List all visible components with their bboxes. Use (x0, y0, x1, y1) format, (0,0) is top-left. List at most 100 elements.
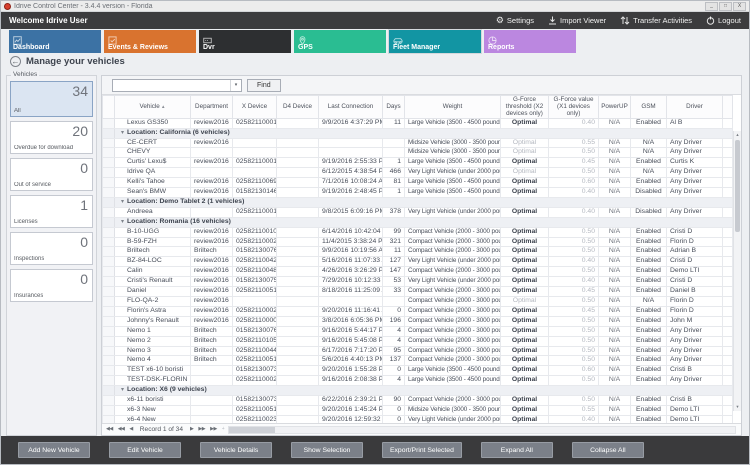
row-indicator[interactable] (102, 315, 115, 327)
search-combobox[interactable]: ▾ (112, 78, 242, 92)
row-indicator[interactable] (102, 325, 115, 337)
table-row[interactable]: B-59-FZH review2016 025821100021 11/4/2015 … (102, 236, 733, 248)
record-last-button[interactable]: ▶▶ (209, 427, 218, 432)
row-indicator[interactable] (102, 365, 115, 377)
back-icon[interactable]: ← (10, 56, 21, 67)
row-indicator[interactable] (102, 147, 115, 159)
table-row[interactable]: CE-CERT review2016 Midsize Vehicle (3000 -… (102, 137, 733, 149)
table-row[interactable]: Nemo 1Briltech015821300761 9/16/2016 5:44… (102, 325, 733, 337)
combo-dropdown-icon[interactable]: ▾ (230, 79, 241, 91)
tab-events-reviews[interactable]: Events & Reviews (104, 30, 196, 53)
search-input[interactable] (113, 79, 230, 91)
vehicle-details-button[interactable]: Vehicle Details (200, 442, 272, 458)
expand-all-button[interactable]: Expand All (480, 442, 553, 458)
filter-card-all[interactable]: 34 All (10, 81, 93, 117)
record-prev-button[interactable]: ◀ (128, 427, 133, 432)
table-row[interactable]: TEST x6-10 boristi 015821300734 9/20/2016 … (102, 365, 733, 377)
tab-fleet-manager[interactable]: Fleet Manager (388, 29, 482, 54)
row-indicator[interactable] (102, 286, 115, 298)
table-row[interactable]: x6-4 New 025821100230 9/20/2016 12:59:32 P… (102, 414, 733, 423)
vertical-scrollbar[interactable]: ▲ ▼ (733, 131, 741, 411)
table-row[interactable]: Andreea 025821100010 9/8/2015 6:09:16 PM 37… (102, 206, 733, 218)
row-indicator[interactable] (102, 266, 115, 278)
row-indicator[interactable] (102, 137, 115, 149)
table-row[interactable]: BriltechBriltech0158213007609/9/2016 10:… (102, 246, 733, 258)
row-indicator[interactable] (102, 395, 115, 406)
row-indicator[interactable] (102, 276, 115, 288)
column-header-days[interactable]: Days (382, 95, 405, 119)
settings-button[interactable]: ⚙ Settings (496, 16, 534, 26)
table-row[interactable]: TEST-DSK-FLORIN 025821100020 9/16/2016 2:0… (102, 375, 733, 387)
show-selection-button[interactable]: Show Selection (291, 442, 363, 458)
table-row[interactable]: Kelli's Tahoe review2016 025821100690 7/1/2… (102, 177, 733, 189)
record-prev-page-button[interactable]: ◀◀ (117, 427, 126, 432)
column-header-department[interactable]: Department (190, 95, 233, 119)
table-row[interactable]: Cristi's Renaultreview2016015821300759 7/… (102, 276, 733, 288)
row-indicator[interactable] (102, 256, 115, 268)
column-header-vehicle[interactable]: Vehicle ▲ (114, 95, 191, 119)
tab-dashboard[interactable]: Dashboard (9, 30, 101, 53)
collapse-all-button[interactable]: Collapse All (571, 442, 644, 458)
table-row[interactable]: Curtis' Lexu$ review2016 025821100015 9/19/… (102, 157, 733, 169)
record-next-button[interactable]: ▶ (189, 427, 194, 432)
tab-dvr[interactable]: Dvr (199, 30, 291, 53)
row-indicator[interactable] (102, 305, 115, 317)
column-header-weight[interactable]: Weight (404, 95, 501, 119)
table-row[interactable]: Lexus GS350 review2016 025821100019 9/9/201… (102, 117, 733, 129)
column-header-last-connection[interactable]: Last Connection (318, 95, 383, 119)
table-row[interactable]: Florin's Astra review2016 025821100022 9/20… (102, 305, 733, 317)
column-header-d4-device[interactable]: D4 Device (276, 95, 319, 119)
table-row[interactable]: BZ-84-LOC review2016 025821100429 5/16/2016… (102, 256, 733, 268)
close-button[interactable]: X (733, 1, 746, 11)
column-header-g-force-value-x1-devices-only-[interactable]: G-Force value (X1 devices only) (548, 95, 599, 119)
horizontal-scrollbar-thumb[interactable] (229, 426, 276, 433)
row-indicator[interactable] (102, 335, 115, 347)
transfer-activities-button[interactable]: Transfer Activities (620, 16, 692, 25)
scroll-down-icon[interactable]: ▼ (734, 403, 741, 411)
collapse-group-icon[interactable]: ▾ (121, 219, 124, 225)
row-indicator[interactable] (102, 375, 115, 387)
column-header-gsm[interactable]: GSM (630, 95, 667, 119)
table-row[interactable]: Sean's BMWreview2016015821301464 9/19/201… (102, 187, 733, 198)
collapse-group-icon[interactable]: ▾ (121, 199, 124, 205)
row-indicator[interactable] (102, 414, 115, 423)
find-button[interactable]: Find (247, 78, 281, 92)
edit-vehicle-button[interactable]: Edit Vehicle (109, 442, 181, 458)
row-indicator[interactable] (102, 345, 115, 357)
table-row[interactable]: Johnny's Renault review2016 025821100001 3/… (102, 315, 733, 327)
record-first-button[interactable]: ◀◀ (105, 427, 114, 432)
column-header-g-force-threshold-x2-devices-only-[interactable]: G-Force threshold (X2 devices only) (500, 95, 549, 119)
group-row[interactable]: ▾ Location: California (6 vehicles) (102, 127, 733, 139)
export-print-selected-button[interactable]: Export/Print Selected (382, 442, 462, 458)
group-row[interactable]: ▾ Location: Romania (16 vehicles) (102, 216, 733, 228)
group-row[interactable]: ▾ Location: X6 (9 vehicles) (102, 385, 733, 397)
table-row[interactable]: x6-11 boristi 015821300735 6/22/2016 2:39:… (102, 395, 733, 406)
filter-card-insurances[interactable]: 0 Insurances (10, 269, 93, 302)
table-row[interactable]: FLO-QA-2 review2016 Compact Vehicle (2000 … (102, 296, 733, 307)
row-indicator[interactable] (102, 177, 115, 189)
column-header-driver[interactable]: Driver (666, 95, 723, 119)
row-indicator[interactable] (102, 117, 115, 129)
table-row[interactable]: B-10-UGG review2016 025821100100 6/14/2016 … (102, 226, 733, 238)
table-row[interactable]: Calin review2016 025821100486 4/26/2016 3:2… (102, 266, 733, 278)
tab-gps[interactable]: GPS (294, 30, 386, 53)
minimize-button[interactable]: _ (705, 1, 718, 11)
filter-card-inspections[interactable]: 0 Inspections (10, 232, 93, 265)
table-row[interactable]: Nemo 2 Briltech 025821101055 9/16/2016 5:45… (102, 335, 733, 347)
column-header-powerup[interactable]: PowerUP (598, 95, 631, 119)
scroll-up-icon[interactable]: ▲ (734, 131, 741, 139)
record-append-button[interactable]: + (221, 427, 225, 432)
collapse-group-icon[interactable]: ▾ (121, 130, 124, 136)
row-indicator[interactable] (102, 157, 115, 169)
collapse-group-icon[interactable]: ▾ (121, 387, 124, 393)
add-new-vehicle-button[interactable]: Add New Vehicle (18, 442, 90, 458)
row-indicator[interactable] (102, 355, 115, 367)
maximize-button[interactable]: □ (719, 1, 732, 11)
row-indicator[interactable] (102, 167, 115, 179)
group-row[interactable]: ▾ Location: Demo Tablet 2 (1 vehicles) (102, 196, 733, 208)
vertical-scrollbar-thumb[interactable] (735, 140, 740, 232)
row-indicator[interactable] (102, 246, 115, 258)
filter-card-licenses[interactable]: 1 Licenses (10, 195, 93, 228)
column-header-x-device[interactable]: X Device (232, 95, 277, 119)
row-indicator[interactable] (102, 206, 115, 218)
